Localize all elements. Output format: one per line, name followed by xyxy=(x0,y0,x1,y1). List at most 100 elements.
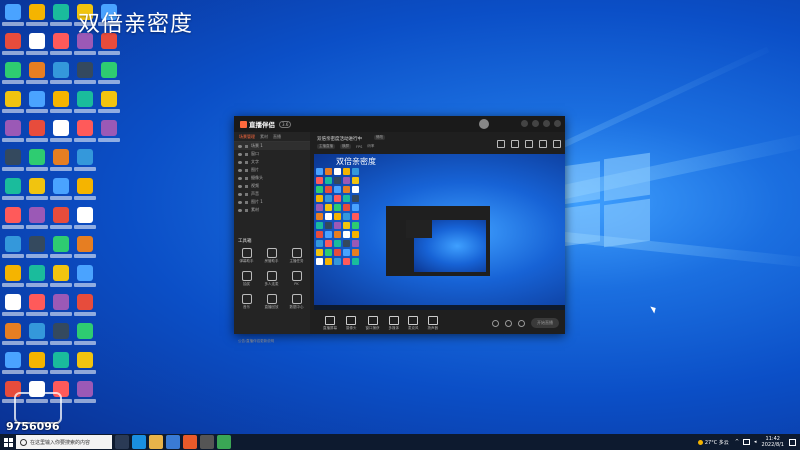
file-explorer-icon[interactable] xyxy=(149,435,163,449)
scene-item[interactable]: 视频 xyxy=(234,182,310,190)
tool-item[interactable]: 多人连麦 xyxy=(259,271,284,287)
desktop-shortcut-icon[interactable] xyxy=(26,207,48,235)
taskbar-search[interactable]: 在这里输入你要搜索的内容 xyxy=(16,435,112,449)
start-button[interactable] xyxy=(0,434,16,450)
desktop-shortcut-icon[interactable] xyxy=(74,294,96,322)
desktop-shortcut-icon[interactable] xyxy=(74,91,96,119)
lock-icon[interactable] xyxy=(245,152,248,156)
eye-icon[interactable] xyxy=(238,184,242,188)
store-icon[interactable] xyxy=(166,435,180,449)
scene-item[interactable]: 文字 xyxy=(234,158,310,166)
settings-icon[interactable] xyxy=(539,140,547,148)
eye-icon[interactable] xyxy=(238,168,242,172)
eye-icon[interactable] xyxy=(238,208,242,212)
desktop-shortcut-icon[interactable] xyxy=(98,120,120,148)
desktop-shortcut-icon[interactable] xyxy=(98,62,120,90)
desktop-shortcut-icon[interactable] xyxy=(74,236,96,264)
desktop-shortcut-icon[interactable] xyxy=(2,265,24,293)
edge-icon[interactable] xyxy=(132,435,146,449)
lock-icon[interactable] xyxy=(245,144,248,148)
eye-icon[interactable] xyxy=(238,152,242,156)
desktop-shortcut-icon[interactable] xyxy=(50,236,72,264)
desktop-shortcut-icon[interactable] xyxy=(50,33,72,61)
desktop-shortcut-icon[interactable] xyxy=(2,178,24,206)
desktop-shortcut-icon[interactable] xyxy=(50,120,72,148)
eye-icon[interactable] xyxy=(238,192,242,196)
volume-icon[interactable]: ◂ xyxy=(754,439,757,445)
source-button[interactable]: 直播屏幕 xyxy=(323,316,337,331)
tray-chevron-icon[interactable]: ^ xyxy=(735,439,739,445)
desktop-shortcut-icon[interactable] xyxy=(26,294,48,322)
live-preview[interactable]: 双倍亲密度 xyxy=(314,154,565,310)
app-taskbar-icon[interactable] xyxy=(217,435,231,449)
lock-icon[interactable] xyxy=(245,176,248,180)
tab-live[interactable]: 直播 xyxy=(273,134,281,140)
lock-icon[interactable] xyxy=(245,192,248,196)
desktop-shortcut-icon[interactable] xyxy=(26,178,48,206)
source-button[interactable]: 窗口捕获 xyxy=(366,316,380,331)
notification-icon[interactable] xyxy=(789,438,796,446)
eye-icon[interactable] xyxy=(238,200,242,204)
tool-item[interactable]: 数据中心 xyxy=(284,294,309,310)
desktop-shortcut-icon[interactable] xyxy=(74,207,96,235)
desktop-shortcut-icon[interactable] xyxy=(26,62,48,90)
clock[interactable]: 11:42 2022/8/1 xyxy=(762,436,784,448)
desktop-shortcut-icon[interactable] xyxy=(26,323,48,351)
chat-icon[interactable] xyxy=(525,140,533,148)
lock-icon[interactable] xyxy=(245,200,248,204)
desktop-shortcut-icon[interactable] xyxy=(2,149,24,177)
share-icon[interactable] xyxy=(553,140,561,148)
desktop-shortcut-icon[interactable] xyxy=(2,294,24,322)
scene-item[interactable]: 素材 xyxy=(234,206,310,214)
eye-icon[interactable] xyxy=(238,160,242,164)
scene-item[interactable]: 声音 xyxy=(234,190,310,198)
desktop-shortcut-icon[interactable] xyxy=(50,4,72,32)
tool-item[interactable]: 房管助手 xyxy=(259,248,284,264)
desktop-shortcut-icon[interactable] xyxy=(74,149,96,177)
source-button[interactable]: 摄像头 xyxy=(346,316,357,331)
avatar[interactable] xyxy=(479,119,489,129)
desktop-shortcut-icon[interactable] xyxy=(2,236,24,264)
desktop-shortcut-icon[interactable] xyxy=(2,91,24,119)
desktop-shortcut-icon[interactable] xyxy=(2,33,24,61)
stream-mode[interactable]: 主播直播 xyxy=(317,144,335,149)
tool-item[interactable]: 主播任务 xyxy=(284,248,309,264)
tool-item[interactable]: 弹幕助手 xyxy=(234,248,259,264)
tab-scenes[interactable]: 场景管理 xyxy=(239,134,255,140)
desktop-shortcut-icon[interactable] xyxy=(50,91,72,119)
edit-title-button[interactable]: 修改 xyxy=(374,135,385,140)
lock-icon[interactable] xyxy=(245,184,248,188)
scene-item[interactable]: 场景 1 xyxy=(234,142,310,150)
menu-icon[interactable] xyxy=(521,120,528,127)
record-icon[interactable] xyxy=(492,320,499,327)
desktop-shortcut-icon[interactable] xyxy=(26,4,48,32)
desktop-shortcut-icon[interactable] xyxy=(2,323,24,351)
tool-item[interactable]: 音乐 xyxy=(234,294,259,310)
desktop-shortcut-icon[interactable] xyxy=(74,62,96,90)
desktop-shortcut-icon[interactable] xyxy=(50,207,72,235)
desktop-shortcut-icon[interactable] xyxy=(50,149,72,177)
eye-icon[interactable] xyxy=(238,144,242,148)
lock-icon[interactable] xyxy=(245,168,248,172)
desktop-shortcut-icon[interactable] xyxy=(2,4,24,32)
source-button[interactable]: 麦克风 xyxy=(408,316,419,331)
desktop-shortcut-icon[interactable] xyxy=(2,62,24,90)
desktop-shortcut-icon[interactable] xyxy=(26,91,48,119)
desktop-shortcut-icon[interactable] xyxy=(50,352,72,380)
scene-item[interactable]: 摄像头 xyxy=(234,174,310,182)
desktop-shortcut-icon[interactable] xyxy=(50,178,72,206)
streaming-app-window[interactable]: 直播伴侣 3.6 场景管理 素材 直播 场景 1 窗口 文字 图片 摄像头 视频 声音 图片 … xyxy=(234,116,565,343)
start-live-button[interactable]: 开始直播 xyxy=(531,318,559,328)
scene-item[interactable]: 图片 xyxy=(234,166,310,174)
lock-icon[interactable] xyxy=(245,160,248,164)
desktop-shortcut-icon[interactable] xyxy=(26,120,48,148)
desktop-shortcut-icon[interactable] xyxy=(26,236,48,264)
eye-icon[interactable] xyxy=(238,176,242,180)
desktop-shortcut-icon[interactable] xyxy=(50,62,72,90)
desktop-shortcut-icon[interactable] xyxy=(74,120,96,148)
desktop-shortcut-icon[interactable] xyxy=(2,352,24,380)
announcement-text[interactable]: 公告:直播伴侣更新说明 xyxy=(238,339,274,344)
desktop-shortcut-icon[interactable] xyxy=(26,33,48,61)
maximize-icon[interactable] xyxy=(543,120,550,127)
network-icon[interactable] xyxy=(743,439,751,445)
